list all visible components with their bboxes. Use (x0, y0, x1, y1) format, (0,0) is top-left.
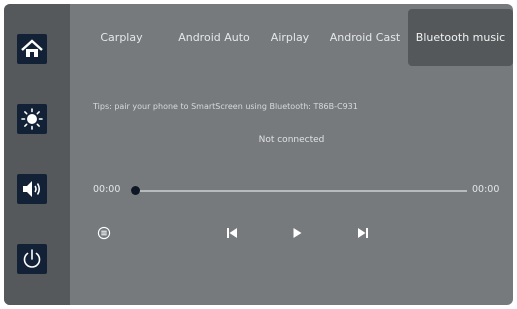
connection-status: Not connected (258, 135, 325, 145)
progress-track[interactable] (131, 190, 467, 192)
next-button[interactable] (353, 223, 373, 243)
tab-bluetooth-music[interactable]: Bluetooth music (408, 9, 513, 66)
tab-airplay[interactable]: Airplay (263, 9, 317, 66)
progress-knob[interactable] (131, 186, 140, 195)
previous-icon (227, 228, 237, 238)
tab-android-auto[interactable]: Android Auto (169, 9, 259, 66)
home-button[interactable] (17, 34, 47, 64)
smartscreen-display: Carplay Android Auto Airplay Android Cas… (4, 4, 513, 305)
home-icon (21, 39, 43, 57)
next-icon (358, 228, 368, 238)
source-tabs: Carplay Android Auto Airplay Android Cas… (70, 9, 513, 66)
previous-button[interactable] (222, 223, 242, 243)
sidebar (4, 4, 70, 305)
brightness-button[interactable] (17, 104, 47, 134)
tab-carplay[interactable]: Carplay (84, 9, 159, 66)
power-button[interactable] (17, 244, 47, 274)
tab-android-cast[interactable]: Android Cast (323, 9, 407, 66)
elapsed-time: 00:00 (93, 184, 121, 195)
list-icon (97, 226, 111, 240)
volume-button[interactable] (17, 174, 47, 204)
pairing-tip: Tips: pair your phone to SmartScreen usi… (93, 102, 358, 111)
brightness-icon (21, 108, 43, 130)
duration-time: 00:00 (472, 184, 500, 195)
volume-icon (23, 181, 41, 197)
playlist-button[interactable] (94, 223, 114, 243)
power-icon (23, 249, 41, 268)
play-button[interactable] (287, 223, 307, 243)
play-icon (293, 228, 302, 238)
